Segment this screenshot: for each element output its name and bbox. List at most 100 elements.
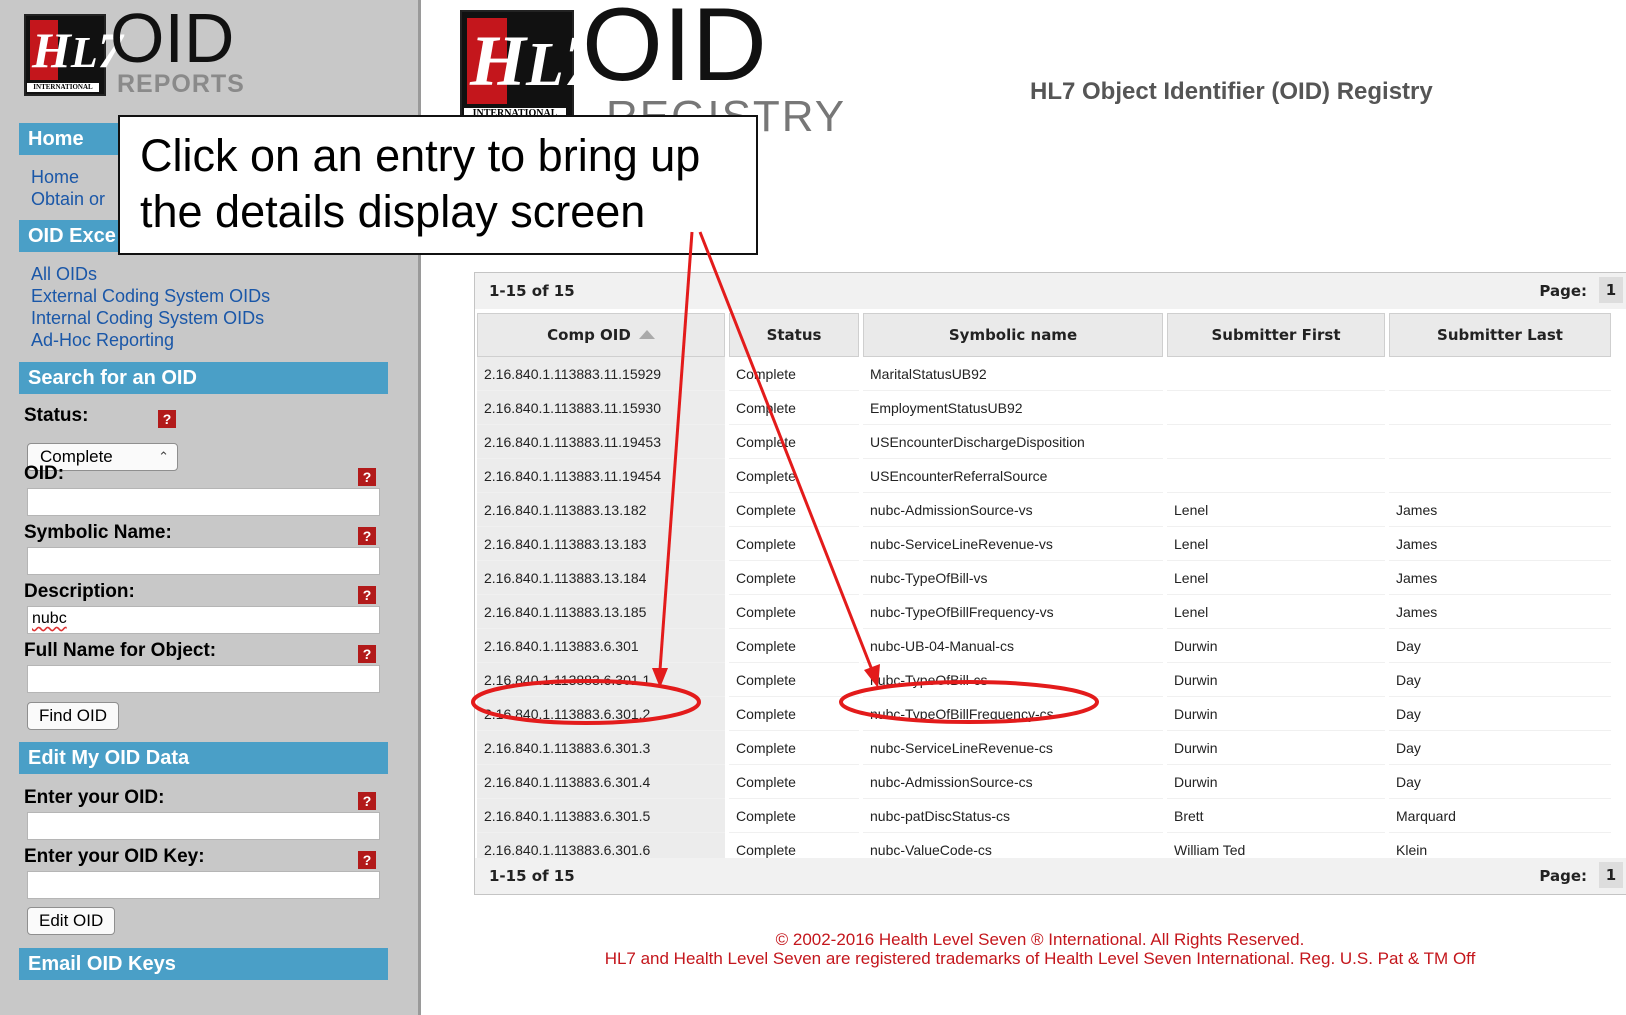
cell-symbolic-name[interactable]: nubc-UB-04-Manual-cs xyxy=(863,629,1163,663)
table-row[interactable]: 2.16.840.1.113883.6.301.3 Complete nubc-Se… xyxy=(477,731,1611,765)
cell-submitter-first[interactable]: Lenel xyxy=(1167,595,1385,629)
table-row[interactable]: 2.16.840.1.113883.6.301.4 Complete nubc-Ad… xyxy=(477,765,1611,799)
cell-submitter-first[interactable] xyxy=(1167,425,1385,459)
cell-comp-oid[interactable]: 2.16.840.1.113883.6.301 xyxy=(477,629,725,663)
table-row[interactable]: 2.16.840.1.113883.6.301 Complete nubc-UB-0… xyxy=(477,629,1611,663)
table-row[interactable]: 2.16.840.1.113883.11.15930 Complete Employ… xyxy=(477,391,1611,425)
cell-submitter-first[interactable]: Lenel xyxy=(1167,527,1385,561)
cell-submitter-first[interactable]: Lenel xyxy=(1167,561,1385,595)
description-help-icon[interactable]: ? xyxy=(358,586,376,604)
cell-comp-oid[interactable]: 2.16.840.1.113883.13.185 xyxy=(477,595,725,629)
oid-help-icon[interactable]: ? xyxy=(358,468,376,486)
cell-symbolic-name[interactable]: USEncounterDischargeDisposition xyxy=(863,425,1163,459)
cell-symbolic-name[interactable]: nubc-patDiscStatus-cs xyxy=(863,799,1163,833)
cell-comp-oid[interactable]: 2.16.840.1.113883.11.15929 xyxy=(477,357,725,391)
cell-submitter-last[interactable]: Day xyxy=(1389,765,1611,799)
cell-status[interactable]: Complete xyxy=(729,799,859,833)
cell-symbolic-name[interactable]: nubc-TypeOfBill-vs xyxy=(863,561,1163,595)
status-help-icon[interactable]: ? xyxy=(158,410,176,428)
cell-status[interactable]: Complete xyxy=(729,527,859,561)
find-oid-button[interactable]: Find OID xyxy=(27,702,120,730)
cell-status[interactable]: Complete xyxy=(729,493,859,527)
cell-status[interactable]: Complete xyxy=(729,391,859,425)
symbolic-name-help-icon[interactable]: ? xyxy=(358,527,376,545)
column-header-symbolic-name[interactable]: Symbolic name xyxy=(863,313,1163,357)
column-header-submitter-last[interactable]: Submitter Last xyxy=(1389,313,1611,357)
cell-symbolic-name[interactable]: MaritalStatusUB92 xyxy=(863,357,1163,391)
cell-submitter-first[interactable]: Durwin xyxy=(1167,697,1385,731)
nav-link-internal-coding[interactable]: Internal Coding System OIDs xyxy=(31,307,264,329)
cell-submitter-last[interactable] xyxy=(1389,357,1611,391)
table-row[interactable]: 2.16.840.1.113883.6.301.5 Complete nubc-pa… xyxy=(477,799,1611,833)
cell-status[interactable]: Complete xyxy=(729,459,859,493)
table-row[interactable]: 2.16.840.1.113883.11.19454 Complete USEnco… xyxy=(477,459,1611,493)
page-number[interactable]: 1 xyxy=(1599,277,1623,303)
table-row[interactable]: 2.16.840.1.113883.13.185 Complete nubc-Typ… xyxy=(477,595,1611,629)
cell-comp-oid[interactable]: 2.16.840.1.113883.11.19453 xyxy=(477,425,725,459)
cell-comp-oid[interactable]: 2.16.840.1.113883.13.184 xyxy=(477,561,725,595)
cell-comp-oid[interactable]: 2.16.840.1.113883.11.15930 xyxy=(477,391,725,425)
cell-symbolic-name[interactable]: nubc-ServiceLineRevenue-vs xyxy=(863,527,1163,561)
cell-status[interactable]: Complete xyxy=(729,629,859,663)
enter-oid-key-input[interactable] xyxy=(27,871,380,899)
edit-oid-button[interactable]: Edit OID xyxy=(27,907,116,935)
column-header-submitter-first[interactable]: Submitter First xyxy=(1167,313,1385,357)
sort-ascending-icon[interactable] xyxy=(638,330,655,339)
oid-search-input[interactable] xyxy=(27,488,380,516)
cell-submitter-first[interactable] xyxy=(1167,357,1385,391)
cell-submitter-first[interactable]: Brett xyxy=(1167,799,1385,833)
full-name-input[interactable] xyxy=(27,665,380,693)
table-row[interactable]: 2.16.840.1.113883.13.182 Complete nubc-Adm… xyxy=(477,493,1611,527)
cell-submitter-last[interactable]: James xyxy=(1389,527,1611,561)
cell-status[interactable]: Complete xyxy=(729,765,859,799)
cell-submitter-last[interactable]: Day xyxy=(1389,663,1611,697)
cell-symbolic-name[interactable]: nubc-TypeOfBill-cs xyxy=(863,663,1163,697)
cell-submitter-last[interactable]: Day xyxy=(1389,697,1611,731)
column-header-comp-oid[interactable]: Comp OID xyxy=(477,313,725,357)
cell-status[interactable]: Complete xyxy=(729,731,859,765)
cell-symbolic-name[interactable]: nubc-ServiceLineRevenue-cs xyxy=(863,731,1163,765)
nav-link-obtain[interactable]: Obtain or xyxy=(31,188,105,210)
cell-submitter-first[interactable] xyxy=(1167,459,1385,493)
cell-submitter-first[interactable]: Lenel xyxy=(1167,493,1385,527)
cell-submitter-first[interactable]: Durwin xyxy=(1167,663,1385,697)
cell-symbolic-name[interactable]: nubc-TypeOfBillFrequency-cs xyxy=(863,697,1163,731)
nav-link-external-coding[interactable]: External Coding System OIDs xyxy=(31,285,270,307)
cell-submitter-last[interactable]: Day xyxy=(1389,731,1611,765)
cell-comp-oid[interactable]: 2.16.840.1.113883.13.182 xyxy=(477,493,725,527)
cell-comp-oid[interactable]: 2.16.840.1.113883.6.301.2 xyxy=(477,697,725,731)
cell-status[interactable]: Complete xyxy=(729,595,859,629)
cell-comp-oid[interactable]: 2.16.840.1.113883.11.19454 xyxy=(477,459,725,493)
page-number-bottom[interactable]: 1 xyxy=(1599,862,1623,888)
cell-submitter-last[interactable] xyxy=(1389,425,1611,459)
cell-submitter-last[interactable]: James xyxy=(1389,561,1611,595)
table-row[interactable]: 2.16.840.1.113883.6.301.2 Complete nubc-Ty… xyxy=(477,697,1611,731)
cell-symbolic-name[interactable]: nubc-TypeOfBillFrequency-vs xyxy=(863,595,1163,629)
cell-status[interactable]: Complete xyxy=(729,425,859,459)
cell-symbolic-name[interactable]: nubc-AdmissionSource-vs xyxy=(863,493,1163,527)
cell-symbolic-name[interactable]: USEncounterReferralSource xyxy=(863,459,1163,493)
description-input[interactable]: nubc xyxy=(27,606,380,634)
table-row[interactable]: 2.16.840.1.113883.13.184 Complete nubc-Typ… xyxy=(477,561,1611,595)
table-row[interactable]: 2.16.840.1.113883.11.19453 Complete USEnco… xyxy=(477,425,1611,459)
symbolic-name-input[interactable] xyxy=(27,547,380,575)
enter-oid-key-help-icon[interactable]: ? xyxy=(358,851,376,869)
cell-submitter-last[interactable] xyxy=(1389,459,1611,493)
nav-link-home[interactable]: Home xyxy=(31,166,79,188)
table-row[interactable]: 2.16.840.1.113883.13.183 Complete nubc-Ser… xyxy=(477,527,1611,561)
cell-submitter-last[interactable]: Day xyxy=(1389,629,1611,663)
column-header-status[interactable]: Status xyxy=(729,313,859,357)
cell-comp-oid[interactable]: 2.16.840.1.113883.6.301.5 xyxy=(477,799,725,833)
table-row[interactable]: 2.16.840.1.113883.6.301.1 Complete nubc-Ty… xyxy=(477,663,1611,697)
cell-status[interactable]: Complete xyxy=(729,561,859,595)
cell-status[interactable]: Complete xyxy=(729,697,859,731)
cell-submitter-first[interactable] xyxy=(1167,391,1385,425)
cell-submitter-last[interactable]: Marquard xyxy=(1389,799,1611,833)
full-name-help-icon[interactable]: ? xyxy=(358,645,376,663)
cell-submitter-first[interactable]: Durwin xyxy=(1167,629,1385,663)
cell-status[interactable]: Complete xyxy=(729,663,859,697)
enter-oid-input[interactable] xyxy=(27,812,380,840)
cell-submitter-last[interactable]: James xyxy=(1389,595,1611,629)
cell-comp-oid[interactable]: 2.16.840.1.113883.6.301.3 xyxy=(477,731,725,765)
cell-status[interactable]: Complete xyxy=(729,357,859,391)
